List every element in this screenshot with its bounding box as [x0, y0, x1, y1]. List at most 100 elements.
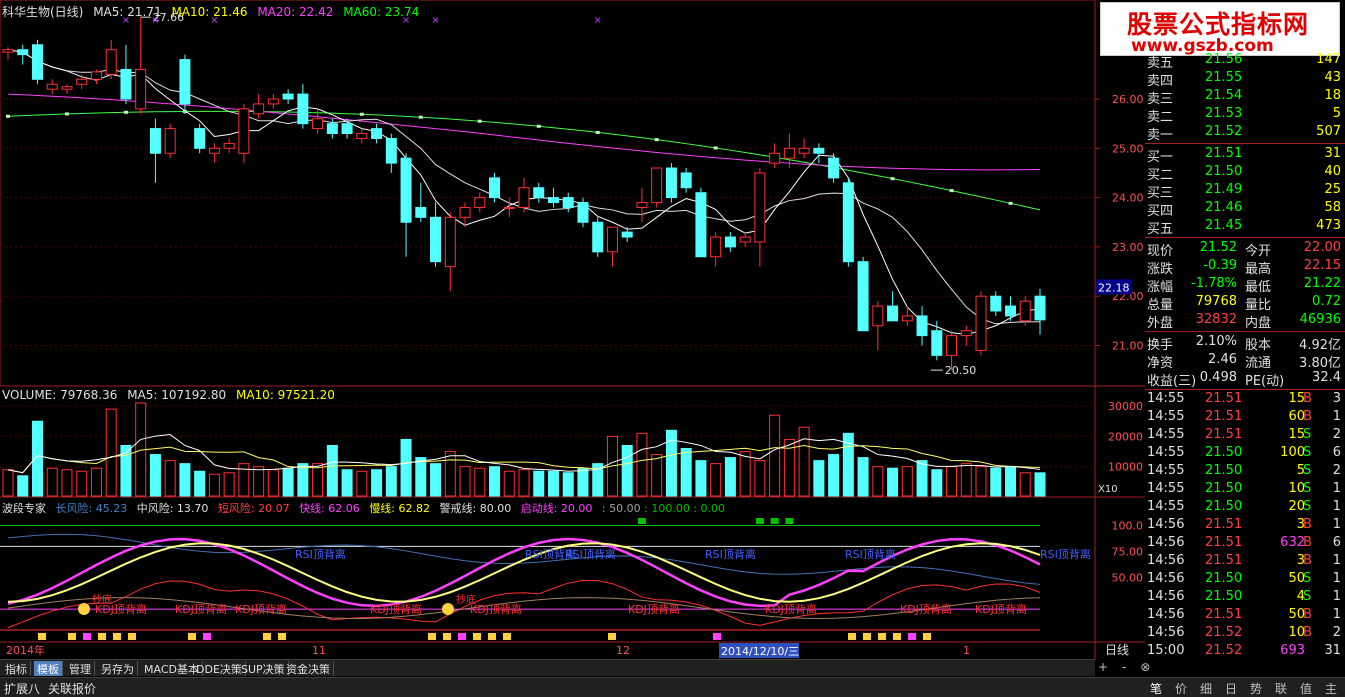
buy-row: 买五 21.45 473	[1145, 218, 1345, 237]
tick-side: B	[1303, 391, 1312, 406]
date-m11: 11	[312, 644, 326, 657]
candle-body	[857, 261, 869, 332]
ma60-marker	[359, 112, 364, 116]
tick-time: 14:55	[1147, 391, 1185, 406]
volume-bar	[223, 472, 235, 497]
tick-time: 14:56	[1147, 571, 1185, 586]
tick-count: 2	[1332, 625, 1341, 640]
yellow-signal	[38, 633, 46, 640]
quote-tab-5[interactable]: 联	[1275, 680, 1287, 697]
volume-bar	[872, 466, 884, 497]
indicator-tick-label: 75.00	[1112, 546, 1144, 559]
tick-row: 14:56 21.51 50 B 1	[1145, 607, 1345, 625]
tick-row: 14:55 21.51 60 B 1	[1145, 409, 1345, 427]
tick-count: 1	[1332, 499, 1341, 514]
low-annotation: 20.50	[945, 364, 977, 377]
rsi-label: RSI顶背离	[845, 547, 896, 561]
candle-body	[430, 216, 442, 263]
indicator-tick-label: 50.00	[1112, 572, 1144, 585]
volume-bar	[828, 454, 840, 497]
tick-count: 1	[1332, 589, 1341, 604]
quote-row: 外盘 32832 内盘 46936	[1145, 312, 1345, 331]
stat-label: 流通	[1245, 356, 1272, 371]
candle-body	[783, 147, 795, 159]
volume-bar	[901, 466, 913, 497]
quote-label: 涨跌	[1147, 262, 1174, 277]
volume-bar	[459, 466, 471, 497]
quote-label: 最高	[1245, 262, 1272, 277]
quote-label: 涨幅	[1147, 280, 1174, 295]
tick-price: 21.52	[1205, 643, 1243, 658]
quote-tab-1[interactable]: 价	[1175, 680, 1187, 697]
tick-side: B	[1303, 607, 1312, 622]
quote-label: 现价	[1147, 244, 1174, 259]
stat-value: 32.4	[1312, 370, 1341, 385]
sell-price: 21.53	[1205, 106, 1243, 121]
candle-body	[710, 236, 722, 258]
quote-tab-2[interactable]: 细	[1200, 680, 1212, 697]
quote-tab-0[interactable]: 笔	[1150, 680, 1162, 697]
buy-price: 21.45	[1205, 218, 1243, 233]
volume-bar	[916, 460, 928, 497]
yellow-signal	[113, 633, 121, 640]
kdj-label: KDJ顶背离	[235, 602, 287, 616]
volume-bar	[533, 470, 545, 497]
sell-label: 卖三	[1147, 92, 1174, 107]
candle-body	[665, 167, 677, 199]
top-signal-mark: ×	[594, 15, 602, 26]
tick-side: B	[1303, 625, 1312, 640]
quote-tab-7[interactable]: 主	[1325, 680, 1337, 697]
tick-volume: 100	[1280, 445, 1305, 460]
tab-1[interactable]: 模板	[34, 661, 63, 676]
tick-side: B	[1303, 535, 1312, 550]
candle-body	[400, 157, 412, 223]
volume-bar	[503, 470, 515, 497]
chart-canvas[interactable]: 26.0025.0024.0023.0022.0021.0022.1827.66…	[0, 0, 1145, 660]
candle-body	[164, 128, 176, 154]
tick-time: 14:55	[1147, 427, 1185, 442]
tick-price: 21.51	[1205, 535, 1243, 550]
tab-6[interactable]: SUP决策	[238, 661, 289, 676]
candle-body	[223, 142, 235, 149]
sell-volume: 18	[1324, 88, 1341, 103]
candle-body	[444, 216, 456, 268]
sell-row: 卖三 21.54 18	[1145, 88, 1345, 107]
volume-header: VOLUME: 79768.36 MA5: 107192.80 MA10: 97…	[2, 388, 341, 402]
tick-count: 1	[1332, 481, 1341, 496]
candle-body	[606, 226, 618, 253]
yellow-signal	[848, 633, 856, 640]
tab-expand[interactable]: 扩展八	[4, 680, 40, 697]
tab-related-quote[interactable]: 关联报价	[48, 680, 96, 697]
candle-body	[592, 221, 604, 253]
volume-bar	[724, 457, 736, 497]
tick-side: S	[1303, 481, 1312, 496]
volume-bar	[76, 470, 88, 497]
buy-volume: 58	[1324, 200, 1341, 215]
long-risk-label: 长风险: 45.23	[55, 502, 128, 515]
price-panel-frame	[0, 0, 1096, 387]
yellow-signal	[428, 633, 436, 640]
ma60-marker	[536, 124, 541, 128]
volume-bar	[297, 463, 309, 497]
quote-tab-4[interactable]: 势	[1250, 680, 1262, 697]
tab-2[interactable]: 管理	[66, 661, 95, 676]
tick-price: 21.51	[1205, 517, 1243, 532]
tick-price: 21.51	[1205, 553, 1243, 568]
zoom-controls[interactable]: +-⊗	[1098, 660, 1164, 674]
buy-label: 买二	[1147, 168, 1174, 183]
volume-bar	[17, 475, 29, 497]
tab-7[interactable]: 资金决策	[283, 661, 334, 676]
volume-bar	[562, 472, 574, 497]
stat-value: 0.498	[1199, 370, 1237, 385]
ma20-label: MA20: 22.42	[257, 5, 334, 19]
volume-bar	[208, 473, 220, 497]
yellow-signal	[188, 633, 196, 640]
tab-0[interactable]: 指标	[2, 661, 31, 676]
slow-line-label: 慢线: 62.82	[369, 502, 431, 515]
candle-body	[61, 86, 73, 90]
quote-tab-6[interactable]: 值	[1300, 680, 1312, 697]
tick-row: 14:56 21.51 3 B 1	[1145, 553, 1345, 571]
tab-3[interactable]: 另存为	[98, 661, 138, 676]
quote-tab-3[interactable]: 日	[1225, 680, 1237, 697]
sell-volume: 507	[1316, 124, 1341, 139]
